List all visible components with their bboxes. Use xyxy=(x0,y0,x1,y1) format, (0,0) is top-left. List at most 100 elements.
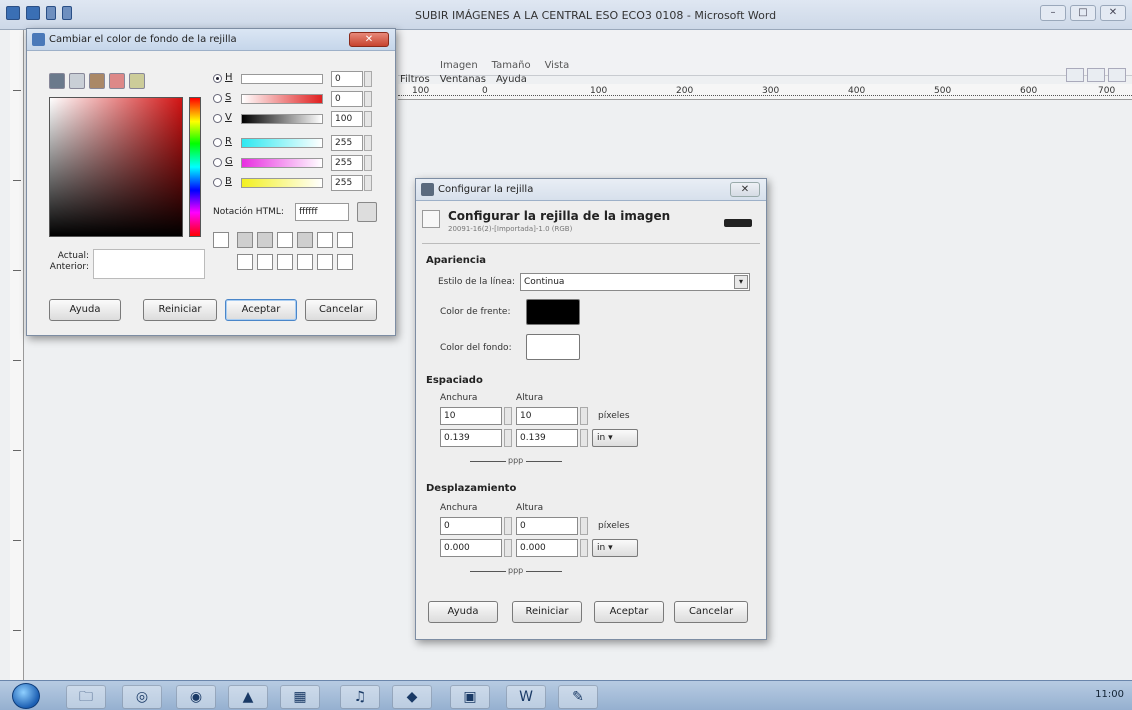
channel-spin-v[interactable] xyxy=(364,111,372,127)
tab-vista[interactable]: Vista xyxy=(545,60,570,71)
wheel-selector-icon[interactable] xyxy=(129,73,145,89)
channel-radio-g[interactable] xyxy=(213,158,222,167)
calculator-icon[interactable]: ▦ xyxy=(280,685,320,709)
grid-dialog-titlebar[interactable]: Configurar la rejilla ✕ xyxy=(416,179,766,201)
help-button[interactable]: Ayuda xyxy=(49,299,121,321)
history-swatch[interactable] xyxy=(297,232,313,248)
channel-radio-r[interactable] xyxy=(213,138,222,147)
offset-height-in-input[interactable]: 0.000 xyxy=(516,539,578,557)
spacing-height-px-input[interactable]: 10 xyxy=(516,407,578,425)
channel-slider-s[interactable] xyxy=(241,94,323,104)
redo-icon[interactable] xyxy=(62,6,72,20)
word-icon[interactable]: W xyxy=(506,685,546,709)
spacing-width-in-spin[interactable] xyxy=(504,429,512,447)
channel-value-g[interactable]: 255 xyxy=(331,155,363,171)
browser-icon[interactable]: ◎ xyxy=(122,685,162,709)
system-clock[interactable]: 11:00 xyxy=(1095,689,1124,700)
history-swatch[interactable] xyxy=(277,254,293,270)
drive-icon[interactable]: ▲ xyxy=(228,685,268,709)
color-picker-icon[interactable] xyxy=(357,202,377,222)
history-swatch[interactable] xyxy=(257,254,273,270)
offset-unit-menu[interactable]: in ▾ xyxy=(592,539,638,557)
chrome-icon[interactable]: ◉ xyxy=(176,685,216,709)
itunes-icon[interactable]: ♫ xyxy=(340,685,380,709)
spacing-height-in-spin[interactable] xyxy=(580,429,588,447)
history-swatch[interactable] xyxy=(297,254,313,270)
doc-close-button[interactable] xyxy=(1108,68,1126,82)
channel-spin-b[interactable] xyxy=(364,175,372,191)
fg-color-button[interactable] xyxy=(526,299,580,325)
channel-slider-b[interactable] xyxy=(241,178,323,188)
minimize-button[interactable]: – xyxy=(1040,5,1066,21)
spacing-unit-menu[interactable]: in ▾ xyxy=(592,429,638,447)
history-swatch[interactable] xyxy=(213,232,229,248)
channel-spin-g[interactable] xyxy=(364,155,372,171)
channel-slider-h[interactable] xyxy=(241,74,323,84)
offset-height-in-spin[interactable] xyxy=(580,539,588,557)
ok-button[interactable]: Aceptar xyxy=(225,299,297,321)
spacing-height-in-input[interactable]: 0.139 xyxy=(516,429,578,447)
close-button[interactable]: ✕ xyxy=(1100,5,1126,21)
history-swatch[interactable] xyxy=(237,254,253,270)
channel-radio-b[interactable] xyxy=(213,178,222,187)
channel-spin-s[interactable] xyxy=(364,91,372,107)
channel-radio-s[interactable] xyxy=(213,94,222,103)
saturation-value-square[interactable] xyxy=(49,97,183,237)
channel-spin-r[interactable] xyxy=(364,135,372,151)
doc-minimize-button[interactable] xyxy=(1066,68,1084,82)
bg-color-button[interactable] xyxy=(526,334,580,360)
html-notation-input[interactable]: ffffff xyxy=(295,203,349,221)
channel-radio-v[interactable] xyxy=(213,114,222,123)
spacing-height-px-spin[interactable] xyxy=(580,407,588,425)
chain-link-icon[interactable]: ppp xyxy=(508,456,523,465)
doc-restore-button[interactable] xyxy=(1087,68,1105,82)
history-swatch[interactable] xyxy=(317,232,333,248)
offset-width-in-input[interactable]: 0.000 xyxy=(440,539,502,557)
gimp-icon[interactable]: ◆ xyxy=(392,685,432,709)
tab-tamano[interactable]: Tamaño xyxy=(492,60,531,71)
history-swatch[interactable] xyxy=(277,232,293,248)
offset-height-px-spin[interactable] xyxy=(580,517,588,535)
channel-slider-v[interactable] xyxy=(241,114,323,124)
explorer-icon[interactable]: 🗀 xyxy=(66,685,106,709)
spacing-width-px-input[interactable]: 10 xyxy=(440,407,502,425)
tab-imagen[interactable]: Imagen xyxy=(440,60,478,71)
channel-value-s[interactable]: 0 xyxy=(331,91,363,107)
channel-value-b[interactable]: 255 xyxy=(331,175,363,191)
offset-width-in-spin[interactable] xyxy=(504,539,512,557)
undo-icon[interactable] xyxy=(46,6,56,20)
history-swatch[interactable] xyxy=(317,254,333,270)
ok-button[interactable]: Aceptar xyxy=(594,601,664,623)
cancel-button[interactable]: Cancelar xyxy=(674,601,748,623)
paint-icon[interactable]: ✎ xyxy=(558,685,598,709)
history-swatch[interactable] xyxy=(337,254,353,270)
chain-link-icon[interactable]: ppp xyxy=(508,566,523,575)
start-button[interactable] xyxy=(12,683,40,709)
hue-strip[interactable] xyxy=(189,97,201,237)
channel-spin-h[interactable] xyxy=(364,71,372,87)
offset-width-px-spin[interactable] xyxy=(504,517,512,535)
channel-value-v[interactable]: 100 xyxy=(331,111,363,127)
history-swatch[interactable] xyxy=(337,232,353,248)
word-app-icon[interactable] xyxy=(6,6,20,20)
triangle-selector-icon[interactable] xyxy=(89,73,105,89)
channel-slider-r[interactable] xyxy=(241,138,323,148)
line-style-select[interactable]: Continua ▾ xyxy=(520,273,750,291)
channel-radio-h[interactable] xyxy=(213,74,222,83)
image-viewer-icon[interactable]: ▣ xyxy=(450,685,490,709)
maximize-button[interactable]: □ xyxy=(1070,5,1096,21)
channel-slider-g[interactable] xyxy=(241,158,323,168)
offset-height-px-input[interactable]: 0 xyxy=(516,517,578,535)
offset-width-px-input[interactable]: 0 xyxy=(440,517,502,535)
reset-button[interactable]: Reiniciar xyxy=(143,299,217,321)
history-swatch[interactable] xyxy=(257,232,273,248)
reset-button[interactable]: Reiniciar xyxy=(512,601,582,623)
cmyk-selector-icon[interactable] xyxy=(69,73,85,89)
close-button[interactable]: ✕ xyxy=(349,32,389,47)
gimp-selector-icon[interactable] xyxy=(49,73,65,89)
close-button[interactable]: ✕ xyxy=(730,182,760,197)
history-swatch[interactable] xyxy=(237,232,253,248)
spacing-width-in-input[interactable]: 0.139 xyxy=(440,429,502,447)
save-icon[interactable] xyxy=(26,6,40,20)
help-button[interactable]: Ayuda xyxy=(428,601,498,623)
